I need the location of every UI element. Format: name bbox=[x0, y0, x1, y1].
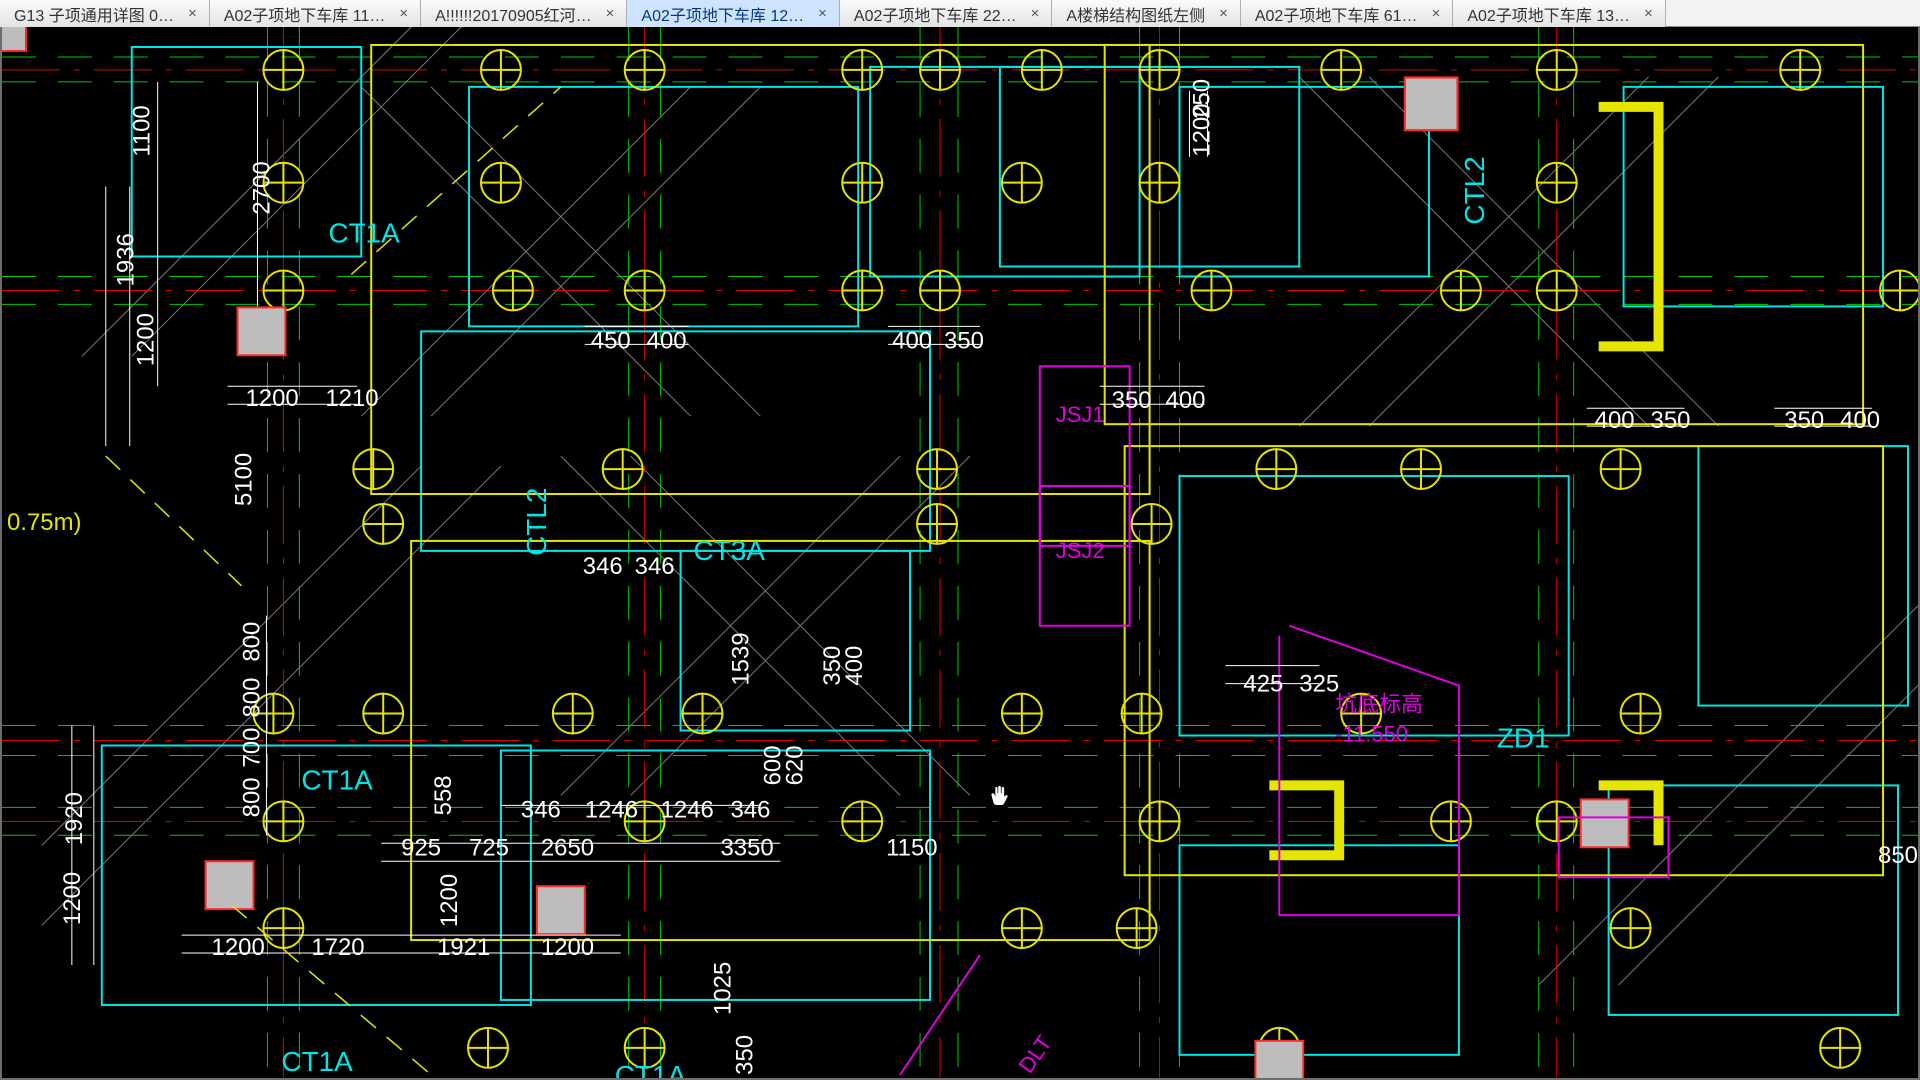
svg-text:1210: 1210 bbox=[325, 385, 378, 412]
tab-label: A02子项地下车库 13… bbox=[1467, 2, 1630, 26]
cad-drawing: CT1A CT1A CT1A CT1A CT3A CTL2 CTL2 ZD1 J… bbox=[2, 27, 1918, 1078]
svg-text:400: 400 bbox=[1166, 387, 1206, 414]
svg-text:1246: 1246 bbox=[661, 796, 714, 823]
svg-text:1920: 1920 bbox=[61, 792, 88, 845]
svg-text:1246: 1246 bbox=[585, 796, 638, 823]
cad-viewport[interactable]: CT1A CT1A CT1A CT1A CT3A CTL2 CTL2 ZD1 J… bbox=[0, 27, 1920, 1080]
label-ct1a: CT1A bbox=[615, 1060, 687, 1078]
tab-honghe[interactable]: A!!!!!!20170905红河… × bbox=[421, 0, 627, 27]
tab-label: A!!!!!!20170905红河… bbox=[435, 2, 592, 26]
close-icon[interactable]: × bbox=[1027, 6, 1044, 21]
svg-text:800: 800 bbox=[238, 777, 265, 817]
svg-text:925: 925 bbox=[401, 834, 441, 861]
svg-text:400: 400 bbox=[647, 327, 687, 354]
tab-stair[interactable]: A楼梯结构图纸左侧 × bbox=[1052, 0, 1240, 27]
close-icon[interactable]: × bbox=[1428, 6, 1445, 21]
svg-text:800: 800 bbox=[238, 622, 265, 662]
close-icon[interactable]: × bbox=[184, 6, 201, 21]
svg-text:1025: 1025 bbox=[709, 962, 736, 1015]
close-icon[interactable]: × bbox=[814, 6, 831, 21]
svg-text:5100: 5100 bbox=[230, 453, 257, 506]
svg-text:346: 346 bbox=[635, 553, 675, 580]
tab-label: A楼梯结构图纸左侧 bbox=[1066, 2, 1205, 26]
svg-text:350: 350 bbox=[731, 1035, 758, 1075]
tab-a02-12[interactable]: A02子项地下车库 12… × bbox=[627, 0, 839, 27]
svg-text:346: 346 bbox=[583, 553, 623, 580]
svg-text:1200: 1200 bbox=[212, 934, 265, 961]
svg-text:350: 350 bbox=[1112, 387, 1152, 414]
svg-text:1200: 1200 bbox=[133, 313, 160, 366]
label-075m: 0.75m) bbox=[7, 509, 82, 536]
svg-text:1200: 1200 bbox=[436, 874, 463, 927]
label-ct3a: CT3A bbox=[694, 535, 766, 566]
close-icon[interactable]: × bbox=[1215, 6, 1232, 21]
label-ctl2-right: CTL2 bbox=[1459, 156, 1490, 224]
svg-text:1100: 1100 bbox=[129, 105, 156, 156]
tab-label: A02子项地下车库 61… bbox=[1255, 2, 1418, 26]
tab-label: A02子项地下车库 22… bbox=[854, 2, 1017, 26]
svg-text:346: 346 bbox=[730, 796, 770, 823]
label-dlt: DLT bbox=[1013, 1031, 1056, 1078]
label-ct1a: CT1A bbox=[301, 764, 373, 795]
svg-text:350: 350 bbox=[1651, 407, 1691, 434]
svg-text:1720: 1720 bbox=[311, 934, 364, 961]
svg-text:700: 700 bbox=[238, 727, 265, 767]
svg-text:400: 400 bbox=[1595, 407, 1635, 434]
tab-a02-13[interactable]: A02子项地下车库 13… × bbox=[1453, 0, 1665, 27]
svg-text:800: 800 bbox=[238, 678, 265, 718]
label-ct1a: CT1A bbox=[328, 218, 400, 249]
svg-text:346: 346 bbox=[521, 796, 561, 823]
svg-text:1200: 1200 bbox=[59, 872, 86, 925]
label-jsj2: JSJ2 bbox=[1056, 538, 1105, 563]
tab-a02-22[interactable]: A02子项地下车库 22… × bbox=[840, 0, 1052, 27]
svg-text:1936: 1936 bbox=[113, 233, 140, 286]
svg-text:1921: 1921 bbox=[437, 934, 490, 961]
svg-text:725: 725 bbox=[469, 834, 509, 861]
tab-label: A02子项地下车库 12… bbox=[641, 2, 804, 26]
tab-label: G13 子项通用详图 0… bbox=[14, 2, 174, 26]
svg-text:850: 850 bbox=[1878, 842, 1918, 869]
svg-text:2650: 2650 bbox=[541, 834, 594, 861]
close-icon[interactable]: × bbox=[395, 6, 412, 21]
svg-text:400: 400 bbox=[892, 327, 932, 354]
label-zd1: ZD1 bbox=[1497, 722, 1550, 753]
svg-text:400: 400 bbox=[1840, 407, 1880, 434]
label-jsj1: JSJ1 bbox=[1056, 402, 1105, 427]
svg-text:558: 558 bbox=[430, 775, 457, 815]
svg-text:1150: 1150 bbox=[886, 834, 937, 861]
svg-text:3350: 3350 bbox=[720, 834, 773, 861]
tab-a02-11[interactable]: A02子项地下车库 11… × bbox=[210, 0, 421, 27]
label-pit2: -11.550 bbox=[1335, 722, 1408, 747]
svg-text:450: 450 bbox=[591, 327, 631, 354]
svg-text:1200: 1200 bbox=[541, 934, 594, 961]
svg-text:325: 325 bbox=[1299, 671, 1339, 698]
close-icon[interactable]: × bbox=[602, 6, 619, 21]
tab-strip: G13 子项通用详图 0… × A02子项地下车库 11… × A!!!!!!2… bbox=[0, 0, 1920, 27]
tab-g13[interactable]: G13 子项通用详图 0… × bbox=[0, 0, 210, 27]
close-icon[interactable]: × bbox=[1640, 6, 1657, 21]
tab-label: A02子项地下车库 11… bbox=[224, 2, 386, 26]
svg-text:1200: 1200 bbox=[1188, 103, 1215, 156]
tab-a02-61[interactable]: A02子项地下车库 61… × bbox=[1241, 0, 1453, 27]
label-ct1a: CT1A bbox=[281, 1046, 353, 1077]
svg-text:350: 350 bbox=[1784, 407, 1824, 434]
label-ctl2-left: CTL2 bbox=[521, 488, 552, 556]
svg-text:400: 400 bbox=[841, 646, 868, 686]
label-pit1: 坑底标高 bbox=[1335, 692, 1423, 717]
svg-text:620: 620 bbox=[781, 745, 808, 785]
svg-text:1539: 1539 bbox=[727, 632, 754, 685]
svg-text:425: 425 bbox=[1243, 671, 1283, 698]
svg-text:1200: 1200 bbox=[245, 385, 298, 412]
svg-text:2700: 2700 bbox=[248, 161, 275, 214]
svg-text:350: 350 bbox=[944, 327, 984, 354]
